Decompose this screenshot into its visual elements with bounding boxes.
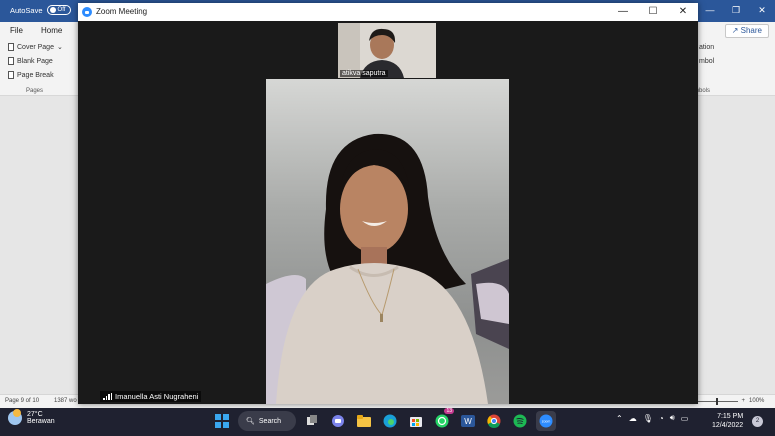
share-label: Share xyxy=(740,26,762,35)
weather-desc: Berawan xyxy=(27,418,55,425)
page-icon xyxy=(8,57,14,65)
blank-page-button[interactable]: Blank Page xyxy=(8,57,53,65)
taskbar-search[interactable]: 🔍︎ Search xyxy=(238,411,296,431)
wifi-icon[interactable]: ◔ xyxy=(659,414,664,423)
weather-temp: 27°C xyxy=(27,411,43,418)
speaker-video xyxy=(266,79,509,404)
signal-bars-icon xyxy=(103,393,112,400)
onedrive-icon[interactable]: ☁ xyxy=(629,414,637,423)
close-icon[interactable]: ✕ xyxy=(668,3,698,21)
search-label: Search xyxy=(258,417,282,425)
system-tray: ⌃ ☁ 🎙︎ ◔ 🔊︎ ▭ xyxy=(616,413,688,423)
word-count[interactable]: 1387 wo xyxy=(54,398,77,404)
whatsapp-badge: 13 xyxy=(444,408,454,414)
clock[interactable]: 7:15 PM 12/4/2022 xyxy=(712,412,743,430)
speaker-name-tag: Imanuella Asti Nugraheni xyxy=(100,391,202,402)
active-speaker-video[interactable] xyxy=(266,79,509,404)
minimize-icon[interactable]: — xyxy=(608,3,638,21)
page-icon xyxy=(8,43,14,51)
teams-chat-icon[interactable] xyxy=(328,411,348,431)
task-view-icon[interactable] xyxy=(302,411,322,431)
cover-page-button[interactable]: Cover Page ⌄ xyxy=(8,43,63,51)
edge-browser-icon[interactable] xyxy=(380,411,400,431)
autosave-toggle[interactable]: Off xyxy=(46,5,71,15)
maximize-icon[interactable]: ☐ xyxy=(638,3,668,21)
search-icon: 🔍︎ xyxy=(246,418,255,425)
tab-file[interactable]: File xyxy=(10,26,23,35)
zoom-logo-icon xyxy=(82,7,92,17)
zoom-level[interactable]: 100% xyxy=(749,398,764,404)
taskbar: 27°C Berawan 🔍︎ Search 13 W zoom ⌃ ☁ 🎙︎ ◔… xyxy=(0,408,775,436)
share-button[interactable]: ↗ Share xyxy=(724,24,769,38)
speaker-name: Imanuella Asti Nugraheni xyxy=(115,392,199,401)
windows-start-icon[interactable] xyxy=(212,411,232,431)
zoom-window: Zoom Meeting — ☐ ✕ atikva saputra Imanue… xyxy=(78,3,698,404)
ribbon-group-pages: Pages xyxy=(26,88,44,94)
autosave-state: Off xyxy=(57,7,66,13)
cover-page-label: Cover Page xyxy=(17,43,54,51)
clock-time: 7:15 PM xyxy=(717,413,744,420)
chrome-icon[interactable] xyxy=(484,411,504,431)
word-minimize-icon[interactable]: — xyxy=(697,0,723,22)
page-break-button[interactable]: Page Break xyxy=(8,71,54,79)
zoom-app-icon[interactable]: zoom xyxy=(536,411,556,431)
battery-icon[interactable]: ▭ xyxy=(681,414,689,423)
participant-name: atikva saputra xyxy=(340,70,388,77)
word-window-controls: — ❐ ✕ xyxy=(697,0,775,22)
weather-icon xyxy=(8,409,22,425)
weather-widget[interactable]: 27°C Berawan xyxy=(8,409,55,425)
zoom-titlebar: Zoom Meeting — ☐ ✕ xyxy=(78,3,698,21)
zoom-slider[interactable]: − + 100% xyxy=(690,397,764,405)
blank-page-label: Blank Page xyxy=(17,57,53,65)
svg-text:zoom: zoom xyxy=(542,420,551,424)
chevron-down-icon: ⌄ xyxy=(56,44,63,51)
page-count[interactable]: Page 9 of 10 xyxy=(5,398,39,404)
autosave[interactable]: AutoSave Off xyxy=(10,5,71,15)
zoom-window-title: Zoom Meeting xyxy=(96,7,148,16)
taskbar-apps: 🔍︎ Search 13 W zoom xyxy=(212,408,556,431)
whatsapp-icon[interactable]: 13 xyxy=(432,408,454,431)
page-break-label: Page Break xyxy=(17,71,54,79)
zoom-window-controls: — ☐ ✕ xyxy=(608,3,698,21)
word-app-icon[interactable]: W xyxy=(458,411,478,431)
page-icon xyxy=(8,71,14,79)
zoom-in-icon[interactable]: + xyxy=(742,398,746,404)
word-close-icon[interactable]: ✕ xyxy=(749,0,775,22)
file-explorer-icon[interactable] xyxy=(354,411,374,431)
ribbon-right-item[interactable]: mbol xyxy=(699,58,714,65)
notification-badge[interactable]: 2 xyxy=(752,416,763,427)
word-restore-icon[interactable]: ❐ xyxy=(723,0,749,22)
participant-thumbnail[interactable]: atikva saputra xyxy=(338,23,436,78)
ribbon-right-item[interactable]: ation xyxy=(699,44,714,51)
meeting-video-area: atikva saputra Imanuella Asti Nugraheni xyxy=(78,21,698,404)
autosave-label: AutoSave xyxy=(10,5,43,15)
svg-text:W: W xyxy=(464,417,472,426)
volume-icon[interactable]: 🔊︎ xyxy=(670,413,675,423)
spotify-icon[interactable] xyxy=(510,411,530,431)
tab-home[interactable]: Home xyxy=(41,26,62,35)
chevron-up-icon[interactable]: ⌃ xyxy=(616,414,623,423)
microphone-icon[interactable]: 🎙︎ xyxy=(643,414,653,423)
microsoft-store-icon[interactable] xyxy=(406,411,426,431)
clock-date: 12/4/2022 xyxy=(712,422,744,429)
